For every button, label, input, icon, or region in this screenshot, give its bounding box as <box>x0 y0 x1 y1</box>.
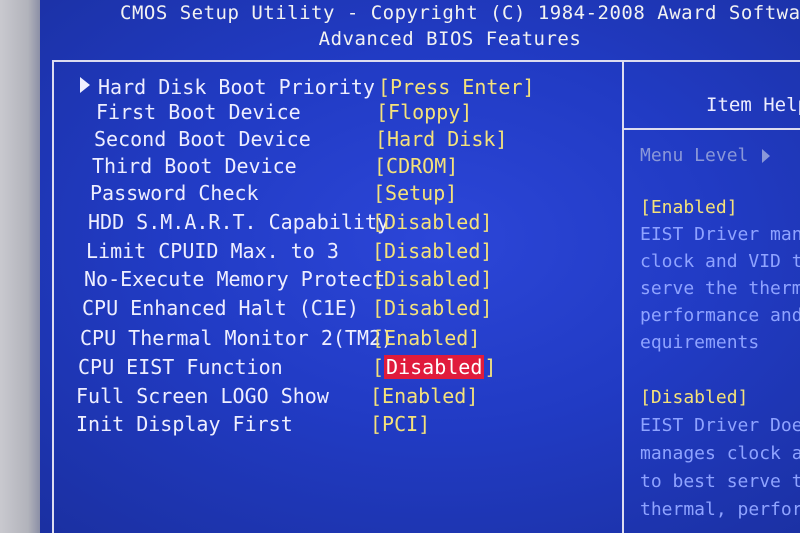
selected-value-highlight[interactable]: Disabled <box>384 355 485 379</box>
monitor-bezel <box>0 0 40 533</box>
menu-item-hdd-smart-capability[interactable]: HDD S.M.A.R.T. Capability [Disabled] <box>60 209 620 235</box>
menu-item-label: Third Boot Device <box>92 154 297 178</box>
menu-item-cpu-enhanced-halt[interactable]: CPU Enhanced Halt (C1E) [Disabled] <box>60 295 620 321</box>
help-text-line: EIST Driver mana <box>640 224 800 245</box>
menu-item-label: Hard Disk Boot Priority <box>98 75 375 99</box>
help-text-line: to best serve t <box>640 471 800 492</box>
menu-item-hard-disk-boot-priority[interactable]: Hard Disk Boot Priority [Press Enter] <box>60 74 620 100</box>
help-title: Item Help <box>706 94 800 116</box>
menu-item-init-display-first[interactable]: Init Display First [PCI] <box>60 411 620 437</box>
menu-item-full-screen-logo-show[interactable]: Full Screen LOGO Show [Enabled] <box>60 383 620 409</box>
menu-item-value[interactable]: [Press Enter] <box>378 74 535 100</box>
menu-item-value[interactable]: [Floppy] <box>376 99 472 125</box>
value-open-bracket: [ <box>372 355 385 379</box>
menu-item-second-boot-device[interactable]: Second Boot Device [Hard Disk] <box>60 126 620 152</box>
menu-item-label: Limit CPUID Max. to 3 <box>86 239 339 263</box>
menu-item-limit-cpuid[interactable]: Limit CPUID Max. to 3 [Disabled] <box>60 238 620 264</box>
page-title: Advanced BIOS Features <box>318 28 582 50</box>
menu-item-label: Password Check <box>90 181 259 205</box>
menu-item-third-boot-device[interactable]: Third Boot Device [CDROM] <box>60 153 620 179</box>
help-text-line: performance and <box>640 305 800 326</box>
help-text-line: equirements <box>640 332 760 353</box>
menu-item-label: CPU Enhanced Halt (C1E) <box>82 296 359 320</box>
menu-item-label: CPU Thermal Monitor 2(TM2) <box>80 326 394 350</box>
menu-item-value[interactable]: [Disabled] <box>372 266 492 292</box>
menu-item-label: First Boot Device <box>96 100 301 124</box>
menu-item-value[interactable]: [PCI] <box>370 411 430 437</box>
value-close-bracket: ] <box>484 355 497 379</box>
menu-item-label: Init Display First <box>76 412 293 436</box>
help-option-enabled: [Enabled] <box>640 197 738 218</box>
menu-item-value[interactable]: [Disabled] <box>372 295 492 321</box>
menu-item-cpu-thermal-monitor[interactable]: CPU Thermal Monitor 2(TM2) [Enabled] <box>60 325 620 351</box>
help-text-line: EIST Driver Does <box>640 415 800 436</box>
menu-item-label: CPU EIST Function <box>78 355 283 379</box>
help-text-line: thermal, perfor <box>640 499 800 520</box>
header: CMOS Setup Utility - Copyright (C) 1984-… <box>120 0 800 52</box>
help-option-disabled: [Disabled] <box>640 387 749 408</box>
menu-item-first-boot-device[interactable]: First Boot Device [Floppy] <box>60 99 620 125</box>
bios-screen: CMOS Setup Utility - Copyright (C) 1984-… <box>0 0 800 533</box>
help-text-line: clock and VID to <box>640 251 800 272</box>
header-copyright: CMOS Setup Utility - Copyright (C) 1984-… <box>120 2 800 24</box>
menu-item-value[interactable]: [Enabled] <box>370 383 478 409</box>
menu-item-label: Full Screen LOGO Show <box>76 384 329 408</box>
panel-divider <box>622 60 624 533</box>
help-title-divider <box>624 128 800 130</box>
menu-item-label: Second Boot Device <box>94 127 311 151</box>
menu-item-cpu-eist-function[interactable]: CPU EIST Function [Disabled] <box>60 354 620 380</box>
menu-item-value[interactable]: [CDROM] <box>374 153 458 179</box>
help-text-line: manages clock a <box>640 443 800 464</box>
menu-level-arrow-icon <box>762 149 771 163</box>
menu-item-value[interactable]: [Setup] <box>373 180 457 206</box>
menu-item-value[interactable]: [Enabled] <box>372 325 480 351</box>
menu-level-label: Menu Level <box>640 145 749 166</box>
menu-item-label: No-Execute Memory Protect <box>84 267 386 291</box>
menu-item-value[interactable]: [Hard Disk] <box>375 126 507 152</box>
menu-item-value[interactable]: [Disabled] <box>372 209 492 235</box>
menu-item-no-execute-memory-protect[interactable]: No-Execute Memory Protect [Disabled] <box>60 266 620 292</box>
help-text-line: serve the therma <box>640 278 800 299</box>
menu-item-label: HDD S.M.A.R.T. Capability <box>88 210 390 234</box>
menu-item-value[interactable]: [Disabled] <box>372 354 496 380</box>
menu-item-value[interactable]: [Disabled] <box>372 238 492 264</box>
menu-level: Menu Level <box>640 142 771 169</box>
menu-item-password-check[interactable]: Password Check [Setup] <box>60 180 620 206</box>
submenu-arrow-icon <box>80 77 90 93</box>
